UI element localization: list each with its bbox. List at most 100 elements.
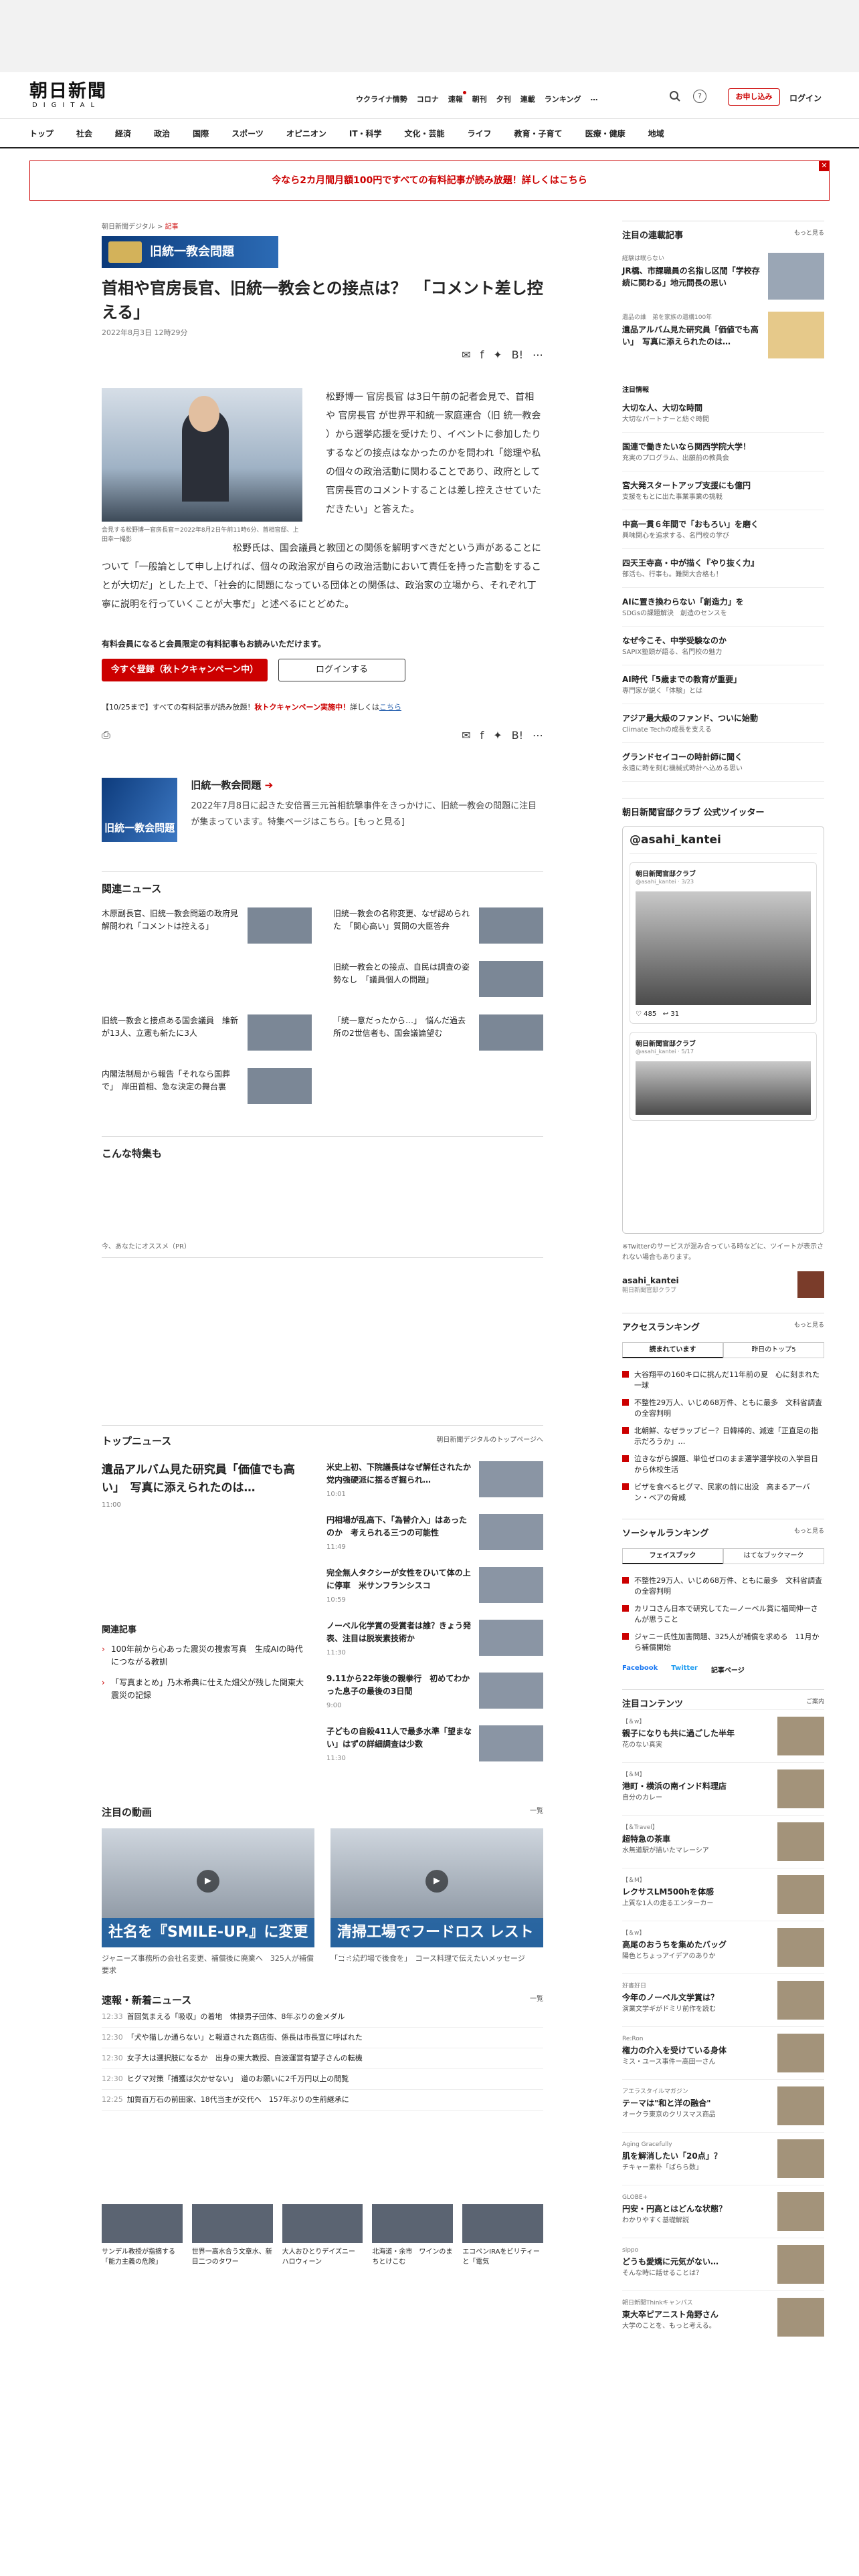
article-login-button[interactable]: ログインする [278, 659, 405, 681]
list-item[interactable]: 12:25 加賀百万石の前田家、18代当主が交代へ 157年ぶりの生前継承に [102, 2090, 543, 2111]
list-item[interactable]: GLOBE+ 円安・円高とはどんな状態？ わかりやすく基礎解説 [622, 2185, 824, 2238]
more-icon[interactable]: ⋯ [533, 729, 543, 742]
mail-icon[interactable]: ✉ [462, 348, 470, 361]
topnav-morning[interactable]: 朝刊 [472, 94, 487, 104]
facebook-icon[interactable]: f [480, 729, 484, 742]
thumb-card[interactable]: エコペンIRAをビリティーと「電気 [462, 2204, 543, 2267]
hatena-icon[interactable]: B! [512, 348, 523, 361]
list-item[interactable]: 12:33 首回気まえる「吸収」の着地 体操男子団体、8年ぶりの金メダル [102, 2007, 543, 2028]
top-page-link[interactable]: 朝日新聞デジタルのトップページへ [436, 1434, 543, 1448]
cat-culture[interactable]: 文化・芸能 [405, 128, 445, 139]
cat-it-science[interactable]: IT・科学 [349, 128, 382, 139]
list-item[interactable]: ジャニー氏性加害問題、325人が補償を求める 11月から補償開始 [622, 1628, 824, 1656]
topic-banner[interactable]: 旧統一教会問題 [102, 236, 278, 268]
list-item[interactable]: 木原副長官、旧統一教会問題の政府見解問われ「コメントは控える」 [102, 907, 312, 946]
list-item[interactable]: 朝日新聞Thinkキャンパス 東大卒ピアニスト角野さん 大学のことを、もっと考える。 [622, 2290, 824, 2343]
tab-most-read[interactable]: 読まれています [622, 1342, 723, 1358]
list-item[interactable]: 12:30 ヒグマ対策「捕獲は欠かせない」 道のお願いに2千万円以上の間覧 [102, 2069, 543, 2090]
twitter-embed[interactable]: @asahi_kantei 朝日新聞官邸クラブ @asahi_kantei · 3… [622, 826, 824, 1234]
help-icon[interactable]: ? [693, 90, 706, 103]
cat-economy[interactable]: 経済 [115, 128, 131, 139]
subscribe-button[interactable]: お申し込み [728, 88, 780, 106]
register-button[interactable]: 今すぐ登録（秋トクキャンペーン中） [102, 659, 268, 681]
list-item[interactable]: 9.11から22年後の親拳行 初めてわかった息子の最後の3日間 9:00 [326, 1673, 543, 1712]
list-item[interactable]: 泣きながら課題、単位ゼロのまま選学選学校の入学目日から休校生活 [622, 1451, 824, 1479]
topnav-corona[interactable]: コロナ [417, 94, 439, 104]
topnav-ukraine[interactable]: ウクライナ情勢 [356, 94, 407, 104]
videos-more-link[interactable]: 一覧 [530, 1805, 543, 1819]
list-item[interactable]: 旧統一教会との接点、自民は調査の姿勢なし 「議員個人の問題」 [333, 961, 543, 1000]
promo-banner[interactable]: 今なら2カ月間月額100円ですべての有料記事が読み放題！詳しくはこちら ✕ [29, 160, 830, 201]
thumb-card[interactable]: 大人おひとりデイズニー ハロウィーン [282, 2204, 363, 2267]
more-link[interactable]: もっと見る [794, 1320, 824, 1333]
list-item[interactable]: 完全無人タクシーが女性をひいて体の上に停車 米サンフランシスコ 10:59 [326, 1567, 543, 1606]
print-icon[interactable]: ⎙ [102, 728, 110, 742]
list-item[interactable]: Re:Ron 権力の介入を受けている身体 ミス・ユース事件ー高田一さん [622, 2026, 824, 2079]
topnav-evening[interactable]: 夕刊 [496, 94, 511, 104]
list-item[interactable]: 大切な人、大切な時間 大切なパートナーと紡ぐ時間 [622, 394, 824, 433]
list-item[interactable]: 旧統一教会と接点ある国会議員 維新が13人、立憲も新たに3人 [102, 1014, 312, 1053]
article-photo[interactable] [102, 388, 302, 522]
twitter-link[interactable]: Twitter [671, 1665, 698, 1675]
list-item[interactable]: 不整性29万人、いじめ68万件、ともに最多 文科省調査の全容判明 [622, 1572, 824, 1600]
list-item[interactable]: 内閣法制局から報告「それなら国葬で」 岸田首相、急な決定の舞台裏 [102, 1068, 312, 1107]
play-icon[interactable]: ▶ [425, 1870, 448, 1893]
list-item[interactable]: 米史上初、下院議長はなぜ解任されたか 党内強硬派に揺るぎ掘られ… 10:01 [326, 1461, 543, 1501]
search-icon[interactable] [669, 90, 681, 102]
list-item[interactable]: 大谷翔平の160キロに挑んだ11年前の夏 心に刻まれた一球 [622, 1366, 824, 1394]
topnav-series[interactable]: 連載 [520, 94, 535, 104]
list-item[interactable]: AIに置き換わらない「創造力」を SDGsの課題解決 創造のセンスを [622, 588, 824, 627]
cat-region[interactable]: 地域 [648, 128, 664, 139]
list-item[interactable]: 【＆M】 レクサスLM500hを体感 上質な1人の走るエンターカー [622, 1868, 824, 1921]
cat-education[interactable]: 教育・子育て [514, 128, 563, 139]
campaign-link[interactable]: こちら [379, 703, 401, 712]
cat-sports[interactable]: スポーツ [231, 128, 264, 139]
more-link[interactable]: もっと見る [794, 1526, 824, 1539]
list-item[interactable]: アジア最大級のファンド、ついに始動 Climate Techの成長を支える [622, 704, 824, 743]
more-icon[interactable]: ⋯ [533, 348, 543, 361]
cat-international[interactable]: 国際 [193, 128, 209, 139]
login-link[interactable]: ログイン [789, 92, 822, 104]
topnav-breaking[interactable]: 速報 [448, 91, 466, 104]
tweet[interactable]: 朝日新聞官邸クラブ @asahi_kantei · 5/17 [630, 1032, 817, 1121]
list-item[interactable]: 不整性29万人、いじめ68万件、ともに最多 文科省調査の全容判明 [622, 1394, 824, 1422]
list-item[interactable]: アエラスタイルマガジン テーマは"和と洋の融合" オークラ東京のクリスマス商品 [622, 2079, 824, 2132]
hatena-icon[interactable]: B! [512, 729, 523, 742]
cat-top[interactable]: トップ [29, 128, 54, 139]
more-link[interactable]: もっと見る [794, 228, 824, 241]
site-logo[interactable]: 朝日新聞 DIGITAL [29, 82, 114, 110]
list-item[interactable]: 「統一意だったから…」 悩んだ過去所の2世信者も、国会議論望む [333, 1014, 543, 1053]
cat-politics[interactable]: 政治 [154, 128, 170, 139]
list-item[interactable]: sippo どうも愛嬌に元気がない… そんな時に話せることは？ [622, 2238, 824, 2290]
list-item[interactable]: 旧統一教会の名称変更、なぜ認められた 「関心高い」質問の大臣答弁 [333, 907, 543, 946]
list-item[interactable]: 12:30 「犬や猫しか通らない」と報道された商店街、係長は市長宣に呼ばれた [102, 2028, 543, 2048]
video-card[interactable]: ▶ 清掃工場でフードロス レストラン 「ゴミ焼却場で後食を」 コース料理で伝えたいメ… [330, 1828, 543, 1977]
top-news-main[interactable]: 遺品アルバム見た研究員「価値でも高い」 写真に添えられたのは… [102, 1461, 309, 1497]
close-icon[interactable]: ✕ [819, 160, 830, 171]
list-item[interactable]: ビザを食べるヒグマ、民家の前に出没 高まるアーバン・ベアの脅威 [622, 1479, 824, 1507]
cat-opinion[interactable]: オピニオン [286, 128, 326, 139]
article-page-link[interactable]: 記事ページ [711, 1665, 745, 1675]
topnav-more[interactable]: … [590, 94, 597, 104]
list-item[interactable]: なぜ今こそ、中学受験なのか SAPIX塾頭が語る、名門校の魅力 [622, 627, 824, 665]
list-item[interactable]: カリコさん日本で研究してた—ノーベル賞に福岡伸一さんが思うこと [622, 1600, 824, 1628]
tweet[interactable]: 朝日新聞官邸クラブ @asahi_kantei · 3/23 ♡ 485 ↩ 31 [630, 862, 817, 1024]
list-item[interactable]: 円相場が乱高下、「為替介入」はあったのか 考えられる三つの可能性 11:49 [326, 1514, 543, 1553]
list-item[interactable]: 遺品の誰 弟を家族の遺構100年 遺品アルバム見た研究員「価値でも高い」 写真に添… [622, 312, 824, 358]
list-item[interactable]: 【＆Travel】 超特急の茶車 水無道駅が描いたマレーシア [622, 1815, 824, 1868]
facebook-icon[interactable]: f [480, 348, 484, 361]
list-item[interactable]: 中高一貫６年間で「おもろい」を磨く 興味関心を追求する、名門校の学び [622, 510, 824, 549]
list-item[interactable]: 北朝鮮、なぜラップビー？日韓棒的、減速「正直足の指示だろうか」… [622, 1422, 824, 1451]
cat-life[interactable]: ライフ [468, 128, 492, 139]
list-item[interactable]: 【＆M】 港町・横浜の南インド料理店 自分のカレー [622, 1762, 824, 1815]
tab-yesterday-top5[interactable]: 昨日のトップ5 [723, 1342, 824, 1358]
list-item[interactable]: グランドセイコーの時計師に聞く 永遠に時を刻む機械式時計へ込める思い [622, 743, 824, 782]
list-item[interactable]: 子どもの自殺411人で最多水準「望まない」はずの詳細調査は少数 11:30 [326, 1725, 543, 1765]
tab-hatena[interactable]: はてなブックマーク [723, 1548, 824, 1564]
twitter-icon[interactable]: ✦ [493, 348, 502, 361]
list-item[interactable]: 好書好日 今年のノーベル文学賞は？ 演業文学ギがドミリ前作を読む [622, 1973, 824, 2026]
list-item[interactable]: 国連で働きたいなら関西学院大学！ 充実のプログラム、出願前の教員会 [622, 433, 824, 471]
cat-society[interactable]: 社会 [76, 128, 92, 139]
thumb-card[interactable]: 世界一高水合う文章水、新目二つのタワー [191, 2204, 273, 2267]
cat-health[interactable]: 医療・健康 [585, 128, 626, 139]
